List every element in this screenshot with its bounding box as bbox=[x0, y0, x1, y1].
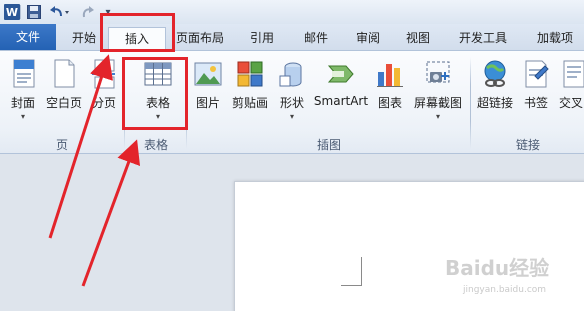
margin-corner-marker bbox=[341, 257, 362, 286]
hyperlink-label: 超链接 bbox=[476, 96, 513, 110]
chart-button[interactable]: 图表 bbox=[372, 54, 408, 124]
smartart-label: SmartArt bbox=[313, 94, 369, 108]
blank-page-button[interactable]: 空白页 bbox=[44, 54, 84, 124]
blank-page-label: 空白页 bbox=[45, 96, 82, 110]
clip-art-icon bbox=[237, 61, 263, 87]
group-label-illustrations: 插图 bbox=[316, 138, 341, 152]
tab-view[interactable]: 视图 bbox=[396, 27, 440, 50]
baidu-watermark: Baidu经验 bbox=[445, 256, 550, 280]
clip-art-label: 剪贴画 bbox=[231, 96, 268, 110]
blank-page-icon bbox=[54, 59, 75, 88]
floppy-disk-icon bbox=[27, 5, 41, 19]
table-button-highlight bbox=[122, 57, 188, 130]
tab-page-layout[interactable]: 页面布局 bbox=[170, 27, 230, 50]
clip-art-button[interactable]: 剪贴画 bbox=[228, 54, 272, 124]
group-separator bbox=[470, 57, 471, 149]
chart-label: 图表 bbox=[377, 96, 402, 110]
group-label-tables: 表格 bbox=[143, 138, 168, 152]
hyperlink-icon bbox=[484, 60, 506, 87]
word-logo: W bbox=[4, 4, 20, 20]
bookmark-icon bbox=[525, 60, 549, 88]
picture-button[interactable]: 图片 bbox=[190, 54, 226, 124]
hyperlink-button[interactable]: 超链接 bbox=[474, 54, 516, 124]
ribbon-insert-panel: 封面 ▾ 空白页 分页 表格 ▾ 图片 剪贴画 形状 ▾ SmartArt 图表… bbox=[0, 50, 584, 154]
screenshot-button[interactable]: 屏幕截图 ▾ bbox=[410, 54, 466, 124]
group-label-links: 链接 bbox=[515, 138, 540, 152]
group-label-pages: 页 bbox=[55, 138, 68, 152]
tab-developer[interactable]: 开发工具 bbox=[450, 27, 516, 50]
undo-arrow-icon bbox=[50, 6, 69, 17]
chevron-down-icon: ▾ bbox=[435, 112, 440, 121]
undo-button[interactable] bbox=[48, 3, 72, 21]
ribbon-tab-bar: 文件 开始 插入 页面布局 引用 邮件 审阅 视图 开发工具 加载项 bbox=[0, 24, 584, 50]
shapes-icon bbox=[279, 62, 302, 87]
page-break-label: 分页 bbox=[91, 96, 116, 110]
baidu-watermark-url: jingyan.baidu.com bbox=[463, 285, 547, 295]
screenshot-icon bbox=[426, 61, 450, 83]
screenshot-label: 屏幕截图 bbox=[413, 96, 462, 110]
cross-reference-label: 交叉 bbox=[559, 96, 584, 110]
bookmark-label: 书签 bbox=[523, 96, 548, 110]
cover-page-label: 封面 bbox=[10, 96, 35, 110]
page-break-icon bbox=[92, 59, 117, 89]
chevron-down-icon: ▾ bbox=[289, 112, 294, 121]
cover-page-button[interactable]: 封面 ▾ bbox=[2, 54, 44, 124]
smartart-button[interactable]: SmartArt bbox=[312, 54, 370, 124]
picture-icon bbox=[194, 62, 222, 86]
shapes-label: 形状 bbox=[279, 96, 304, 110]
tab-references[interactable]: 引用 bbox=[240, 27, 284, 50]
insert-tab-highlight bbox=[100, 13, 175, 52]
picture-label: 图片 bbox=[195, 96, 220, 110]
tab-review[interactable]: 审阅 bbox=[346, 27, 390, 50]
tab-mailings[interactable]: 邮件 bbox=[294, 27, 338, 50]
redo-button[interactable] bbox=[80, 3, 96, 21]
tab-add-ins[interactable]: 加载项 bbox=[526, 27, 584, 50]
qat-separator bbox=[20, 5, 21, 19]
cross-reference-button[interactable]: 交叉 bbox=[556, 54, 584, 124]
page-break-button[interactable]: 分页 bbox=[86, 54, 122, 124]
save-button[interactable] bbox=[26, 3, 42, 21]
cover-page-icon bbox=[13, 59, 35, 88]
bookmark-button[interactable]: 书签 bbox=[518, 54, 554, 124]
cross-reference-icon bbox=[563, 60, 584, 88]
chart-icon bbox=[377, 64, 403, 87]
tab-file[interactable]: 文件 bbox=[0, 24, 56, 50]
shapes-button[interactable]: 形状 ▾ bbox=[274, 54, 310, 124]
chevron-down-icon: ▾ bbox=[20, 112, 25, 121]
redo-arrow-icon bbox=[82, 6, 94, 18]
quick-access-toolbar: W ▾ bbox=[0, 0, 584, 24]
smartart-icon bbox=[327, 65, 354, 83]
